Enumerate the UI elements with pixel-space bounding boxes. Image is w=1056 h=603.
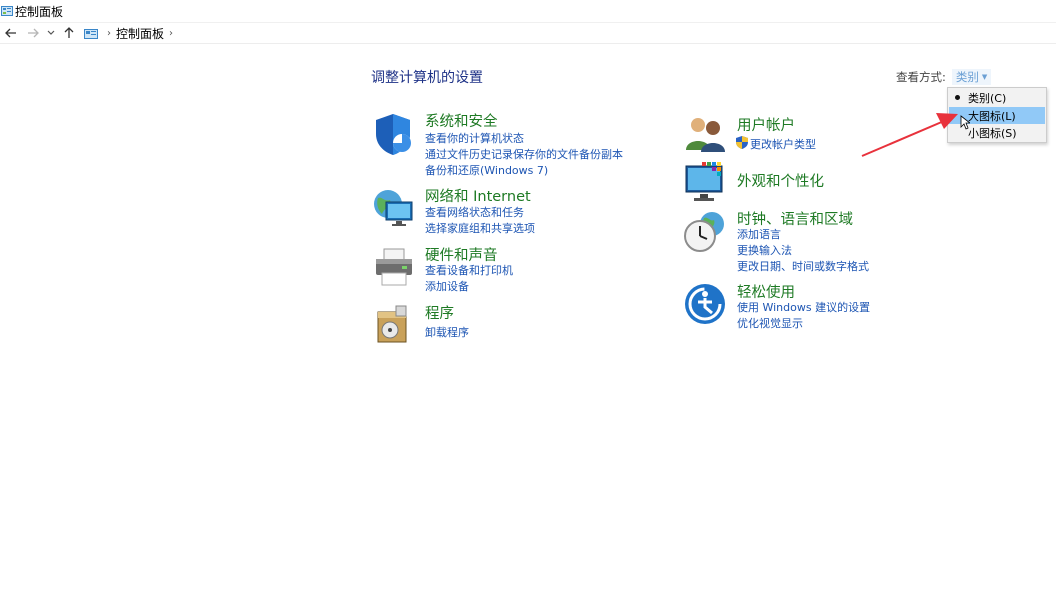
forward-arrow-icon[interactable] (22, 23, 44, 43)
link[interactable]: 查看设备和打印机 (425, 262, 513, 278)
category-title[interactable]: 用户帐户 (737, 114, 795, 135)
link[interactable]: 更改日期、时间或数字格式 (737, 258, 869, 274)
programs-box-icon[interactable] (372, 304, 416, 344)
monitor-palette-icon[interactable] (684, 162, 728, 204)
divider (0, 43, 1056, 44)
caret-down-icon: ▼ (981, 73, 988, 81)
shield-icon[interactable] (372, 112, 414, 156)
ease-of-access-icon[interactable] (684, 283, 726, 325)
menu-item-category[interactable]: 类别(C) (949, 89, 1045, 106)
up-arrow-icon[interactable] (58, 23, 80, 43)
view-by: 查看方式: 类别 ▼ (896, 69, 992, 85)
link[interactable]: 添加语言 (737, 226, 781, 242)
users-icon[interactable] (684, 116, 728, 152)
link[interactable]: 选择家庭组和共享选项 (425, 220, 535, 236)
category-title[interactable]: 外观和个性化 (737, 170, 824, 191)
navigation-bar: › 控制面板 › (0, 23, 1056, 43)
link[interactable]: 更换输入法 (737, 242, 792, 258)
category-title[interactable]: 系统和安全 (425, 110, 498, 131)
clock-globe-icon[interactable] (684, 210, 728, 254)
chevron-right-icon[interactable]: › (169, 28, 173, 39)
breadcrumb-item-control-panel[interactable]: 控制面板 (116, 25, 164, 42)
control-panel-icon (84, 28, 98, 39)
view-by-selected: 类别 (955, 70, 979, 84)
link[interactable]: 通过文件历史记录保存你的文件备份副本 (425, 146, 623, 162)
mouse-pointer-icon (960, 115, 970, 130)
link[interactable]: 查看网络状态和任务 (425, 204, 524, 220)
link[interactable]: 备份和还原(Windows 7) (425, 162, 548, 178)
link[interactable]: 查看你的计算机状态 (425, 130, 524, 146)
globe-network-icon[interactable] (372, 186, 416, 230)
printer-icon[interactable] (372, 247, 416, 289)
breadcrumb: › 控制面板 › (84, 25, 178, 42)
uac-shield-icon (736, 136, 748, 149)
link[interactable]: 更改帐户类型 (750, 136, 816, 152)
window-title: 控制面板 (15, 4, 64, 19)
link[interactable]: 添加设备 (425, 278, 469, 294)
control-panel-icon (1, 6, 13, 16)
chevron-down-icon[interactable] (44, 23, 58, 43)
title-bar: 控制面板 (0, 0, 1056, 22)
radio-dot-icon (955, 95, 960, 100)
link[interactable]: 卸载程序 (425, 324, 469, 340)
view-by-dropdown[interactable]: 类别 ▼ (951, 69, 992, 85)
back-arrow-icon[interactable] (0, 23, 22, 43)
category-title[interactable]: 网络和 Internet (425, 185, 531, 206)
page-title: 调整计算机的设置 (371, 70, 483, 86)
view-by-label: 查看方式: (896, 70, 946, 84)
category-title[interactable]: 程序 (425, 302, 454, 323)
link[interactable]: 优化视觉显示 (737, 315, 803, 331)
annotation-arrow-icon (861, 113, 958, 157)
link[interactable]: 使用 Windows 建议的设置 (737, 299, 870, 315)
chevron-right-icon[interactable]: › (107, 28, 111, 39)
